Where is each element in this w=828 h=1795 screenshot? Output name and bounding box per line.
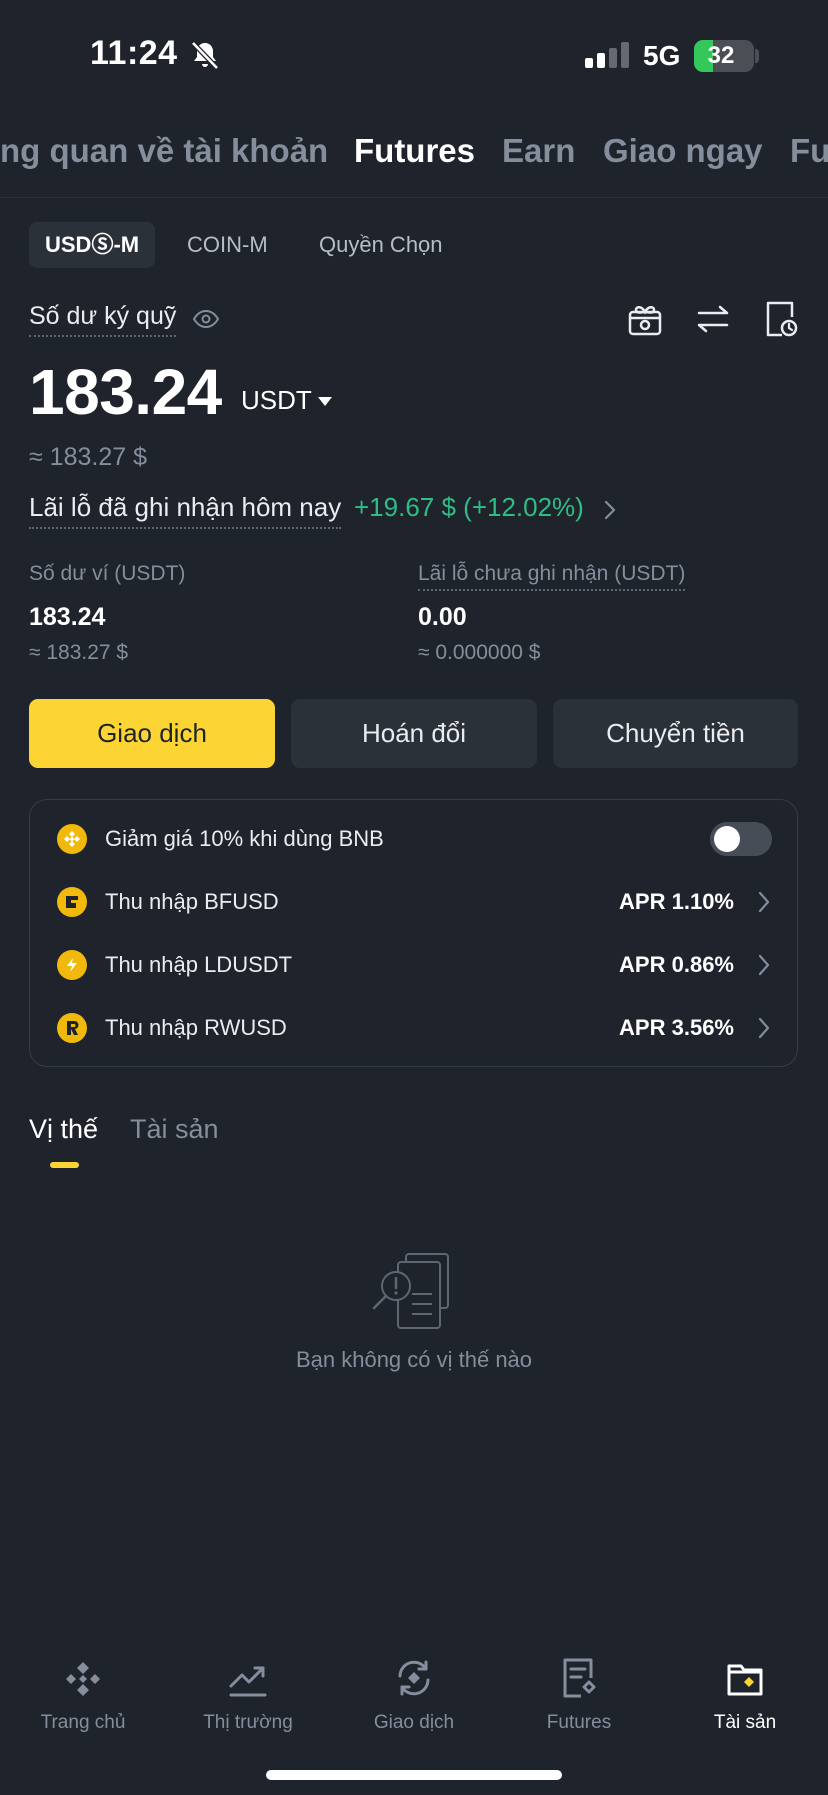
market-icon: [229, 1666, 267, 1697]
earn-label: Thu nhập RWUSD: [105, 1015, 287, 1040]
nav-assets[interactable]: Tài sản: [662, 1650, 828, 1734]
history-icon[interactable]: [762, 300, 800, 338]
nav-market[interactable]: Thị trường: [165, 1650, 331, 1734]
futures-icon: [563, 1658, 596, 1698]
nav-label: Tài sản: [713, 1712, 777, 1733]
tab-futures[interactable]: Futures: [354, 132, 475, 170]
margin-balance-label[interactable]: Số dư ký quỹ: [29, 302, 177, 337]
ldusdt-coin-icon: [57, 950, 87, 980]
bnb-coin-icon: [57, 824, 87, 854]
earn-label: Thu nhập LDUSDT: [105, 952, 293, 977]
caret-down-icon[interactable]: [318, 397, 332, 406]
subtab-usds-m[interactable]: USDⓈ-M: [29, 222, 156, 268]
subtab-options[interactable]: Quyền Chọn: [303, 222, 459, 268]
earn-apr: APR 3.56%: [619, 1015, 734, 1040]
chevron-right-icon[interactable]: [602, 498, 618, 522]
unrealized-pnl-label[interactable]: Lãi lỗ chưa ghi nhận (USDT): [418, 562, 686, 591]
nav-label: Trang chủ: [40, 1712, 126, 1733]
battery-level: 32: [707, 42, 735, 69]
margin-balance-approx: ≈ 183.27 $: [29, 443, 147, 471]
nav-trade[interactable]: Giao dịch: [331, 1650, 497, 1734]
transfer-button[interactable]: Chuyển tiền: [553, 699, 798, 768]
chevron-right-icon[interactable]: [756, 1015, 772, 1041]
bnb-discount-toggle[interactable]: [710, 822, 772, 856]
tab-assets[interactable]: Tài sản: [130, 1114, 219, 1145]
unrealized-pnl-value: 0.00: [418, 603, 467, 631]
tab-account-overview[interactable]: ng quan về tài khoản: [0, 132, 328, 170]
tab-earn[interactable]: Earn: [502, 132, 575, 170]
subtab-coin-m[interactable]: COIN-M: [171, 222, 284, 268]
swap-button[interactable]: Hoán đổi: [291, 699, 537, 768]
tab-positions[interactable]: Vị thế: [29, 1114, 98, 1145]
home-indicator: [266, 1770, 562, 1780]
nav-label: Futures: [546, 1712, 612, 1733]
earn-row-bfusd[interactable]: Thu nhập BFUSD APR 1.10%: [57, 882, 772, 922]
nav-label: Thị trường: [203, 1712, 293, 1733]
nav-label: Giao dịch: [373, 1712, 455, 1733]
top-tab-bar: ng quan về tài khoản Futures Earn Giao n…: [0, 132, 828, 182]
empty-state-text: Bạn không có vị thế nào: [295, 1347, 533, 1372]
wallet-balance-label: Số dư ví (USDT): [29, 562, 186, 585]
empty-document-icon: [372, 1253, 449, 1329]
tab-spot[interactable]: Giao ngay: [603, 132, 763, 170]
divider: [0, 197, 828, 198]
earn-apr: APR 1.10%: [619, 889, 734, 914]
unrealized-pnl-approx: ≈ 0.000000 $: [418, 641, 541, 664]
chevron-right-icon[interactable]: [756, 889, 772, 915]
wallet-balance-value: 183.24: [29, 603, 106, 631]
nav-home[interactable]: Trang chủ: [0, 1650, 166, 1734]
active-tab-indicator: [50, 1162, 79, 1168]
earn-label: Thu nhập BFUSD: [105, 889, 279, 914]
currency-selector[interactable]: USDT: [241, 385, 312, 416]
bfusd-coin-icon: [57, 887, 87, 917]
signal-icon: [585, 42, 629, 68]
gift-icon[interactable]: [626, 300, 664, 338]
realized-pnl-label[interactable]: Lãi lỗ đã ghi nhận hôm nay: [29, 492, 342, 529]
realized-pnl-value[interactable]: +19.67 $ (+12.02%): [354, 492, 584, 523]
eye-icon[interactable]: [192, 307, 220, 331]
earn-row-ldusdt[interactable]: Thu nhập LDUSDT APR 0.86%: [57, 945, 772, 985]
assets-icon: [727, 1664, 763, 1696]
status-time: 11:24: [90, 34, 178, 72]
home-icon: [66, 1662, 100, 1696]
rwusd-coin-icon: [57, 1013, 87, 1043]
bell-mute-icon: [191, 41, 219, 70]
transfer-icon[interactable]: [694, 300, 732, 338]
network-label: 5G: [643, 40, 681, 71]
battery-icon: 32: [694, 40, 754, 72]
chevron-right-icon[interactable]: [756, 952, 772, 978]
earn-row-rwusd[interactable]: Thu nhập RWUSD APR 3.56%: [57, 1008, 772, 1048]
trade-button[interactable]: Giao dịch: [29, 699, 275, 768]
margin-balance-value: 183.24: [29, 356, 222, 428]
nav-futures[interactable]: Futures: [496, 1650, 662, 1734]
tab-fu[interactable]: Fu: [790, 132, 828, 170]
bnb-discount-row: Giảm giá 10% khi dùng BNB: [57, 819, 772, 859]
bnb-discount-label: Giảm giá 10% khi dùng BNB: [105, 826, 384, 851]
trade-icon: [398, 1660, 430, 1696]
earn-apr: APR 0.86%: [619, 952, 734, 977]
wallet-balance-approx: ≈ 183.27 $: [29, 641, 129, 664]
